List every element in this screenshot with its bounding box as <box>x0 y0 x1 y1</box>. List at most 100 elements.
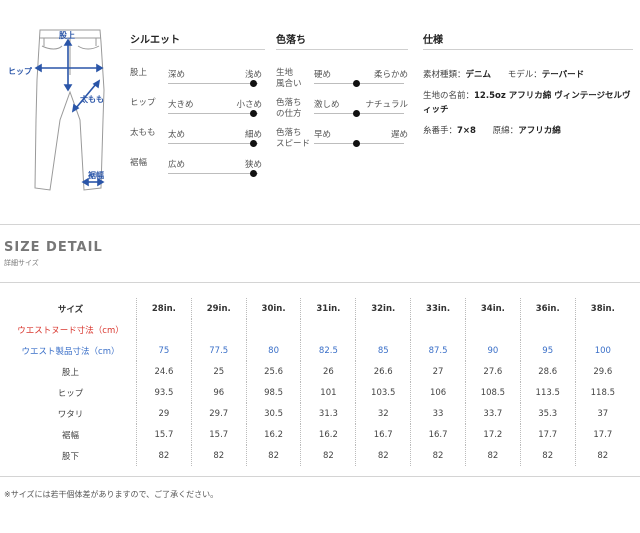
diagram-label-hip: ヒップ <box>8 67 32 76</box>
row-label: 裾幅 <box>61 430 79 441</box>
size-cell: 80 <box>245 340 301 361</box>
size-cell: 15.7 <box>190 424 247 445</box>
silhouette-left-label: 太め <box>168 130 186 140</box>
fading-indicator <box>352 80 360 87</box>
table-row: 裾幅 15.7 15.7 16.2 16.2 16.7 16.7 17.2 17.7 17.7 <box>5 424 630 445</box>
size-cell: 25.6 <box>245 361 301 382</box>
silhouette-row: 裾幅 広め 狭め <box>130 158 262 188</box>
size-cell: 16.2 <box>245 424 301 445</box>
table-top-rule <box>0 282 640 283</box>
size-cell: 95 <box>519 340 576 361</box>
size-cell: 82 <box>410 445 466 466</box>
size-cell: 101 <box>300 382 356 403</box>
size-table: サイズ 28in. 29in. 30in. 31in. 32in. 33in. 34in. 36… <box>5 298 630 466</box>
table-bottom-rule <box>0 476 640 477</box>
size-cell: 26.6 <box>355 361 411 382</box>
spec-model-label: モデル： <box>507 70 542 80</box>
size-header-row: サイズ 28in. 29in. 30in. 31in. 32in. 33in. 34in. 36… <box>5 298 630 319</box>
spec-cotton-value: アフリカ綿 <box>518 126 561 136</box>
size-cell: 38in. <box>574 298 630 319</box>
size-cell: 31in. <box>300 298 356 319</box>
size-cell: 32 <box>355 403 411 424</box>
silhouette-label: 裾幅 <box>130 158 148 168</box>
size-cell: 29.6 <box>574 361 630 382</box>
size-cell: 30.5 <box>245 403 301 424</box>
fading-row: 色落ち スピード 早め 遅め <box>276 128 408 158</box>
size-cell: 16.7 <box>410 424 466 445</box>
silhouette-indicator <box>249 170 257 177</box>
silhouette-right-label: 小さめ <box>236 100 262 110</box>
size-cell: 82 <box>574 445 630 466</box>
size-cell <box>300 319 356 340</box>
size-cell: 34in. <box>464 298 521 319</box>
size-cell: 98.5 <box>245 382 301 403</box>
row-label: 股下 <box>61 451 79 462</box>
jeans-size-diagram: 股上 ヒップ 太もも 裾幅 <box>0 20 125 200</box>
spec-cotton-label: 原綿： <box>492 126 519 136</box>
size-cell: 37 <box>574 403 630 424</box>
size-cell: 16.7 <box>355 424 411 445</box>
size-cell <box>464 319 521 340</box>
silhouette-right-label: 細め <box>244 130 262 140</box>
silhouette-indicator <box>249 140 257 147</box>
silhouette-track <box>168 113 258 114</box>
size-cell: 108.5 <box>464 382 521 403</box>
fading-indicator <box>352 140 360 147</box>
silhouette-indicator <box>249 80 257 87</box>
size-cell <box>355 319 411 340</box>
silhouette-indicator <box>249 110 257 117</box>
size-cell: 28.6 <box>519 361 576 382</box>
jeans-outline-icon <box>34 29 105 191</box>
size-note: ※サイズには若干個体差がありますので、ご了承ください。 <box>4 490 219 499</box>
row-label: 股上 <box>61 367 79 378</box>
fading-right-label: 遅め <box>390 130 408 140</box>
spec-thread-label: 糸番手： <box>423 126 458 136</box>
size-cell <box>574 319 630 340</box>
size-cell: 100 <box>574 340 630 361</box>
silhouette-track <box>168 143 258 144</box>
spec-thread-row: 糸番手：7×8 原綿：アフリカ綿 <box>423 124 561 136</box>
size-cell: 27 <box>410 361 466 382</box>
size-cell: 90 <box>464 340 521 361</box>
size-cell: 118.5 <box>574 382 630 403</box>
silhouette-row: 股上 深め 浅め <box>130 68 262 98</box>
fading-label: 色落ち スピード <box>276 128 311 149</box>
fading-divider <box>276 49 408 50</box>
fading-title: 色落ち <box>276 35 306 46</box>
table-row: ヒップ 93.5 96 98.5 101 103.5 106 108.5 113.5 118.5 <box>5 382 630 403</box>
size-cell: 93.5 <box>136 382 192 403</box>
section-divider <box>0 224 640 225</box>
fading-indicator <box>352 110 360 117</box>
fading-left-label: 硬め <box>314 70 332 80</box>
size-cell <box>190 319 247 340</box>
size-cell: 17.7 <box>519 424 576 445</box>
size-cell: 29.7 <box>190 403 247 424</box>
spec-fabric-label: 生地の名前： <box>423 91 475 101</box>
silhouette-track <box>168 83 258 84</box>
size-cell: 82 <box>136 445 192 466</box>
fading-right-label: 柔らかめ <box>373 70 408 80</box>
size-cell: 16.2 <box>300 424 356 445</box>
size-cell: 30in. <box>245 298 301 319</box>
spec-divider <box>423 49 633 50</box>
silhouette-right-label: 浅め <box>244 70 262 80</box>
spec-material-value: デニム <box>465 70 492 80</box>
size-cell: 29 <box>136 403 192 424</box>
silhouette-left-label: 広め <box>168 160 186 170</box>
size-cell: 24.6 <box>136 361 192 382</box>
size-detail-subtitle: 詳細サイズ <box>4 259 39 267</box>
size-cell: 82 <box>245 445 301 466</box>
size-cell: 31.3 <box>300 403 356 424</box>
size-cell: 32in. <box>355 298 411 319</box>
size-cell: 82 <box>464 445 521 466</box>
silhouette-track <box>168 173 258 174</box>
spec-model-value: テーパード <box>541 70 585 80</box>
size-cell: 33.7 <box>464 403 521 424</box>
size-cell: 25 <box>190 361 247 382</box>
size-cell: 82 <box>355 445 411 466</box>
table-row: ワタリ 29 29.7 30.5 31.3 32 33 33.7 35.3 37 <box>5 403 630 424</box>
spec-title: 仕様 <box>423 35 443 46</box>
size-cell: 85 <box>355 340 411 361</box>
size-cell: 96 <box>190 382 247 403</box>
silhouette-left-label: 大きめ <box>168 100 194 110</box>
